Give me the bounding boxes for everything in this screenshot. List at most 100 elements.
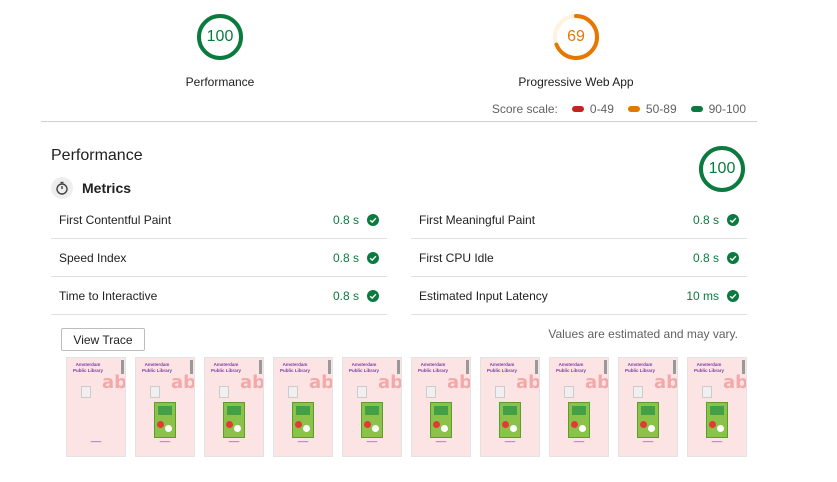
pass-check-icon <box>367 213 379 226</box>
frame-scrollbar <box>673 360 676 374</box>
filmstrip-frame: Amsterdam Public Library ab ━━━━━ <box>480 357 540 457</box>
metrics-title: Metrics <box>82 180 132 196</box>
metric-name: First Contentful Paint <box>59 212 172 227</box>
average-indicator-icon <box>627 106 640 112</box>
metric-value: 0.8 s <box>332 212 359 227</box>
frame-book-image <box>706 402 728 438</box>
metric-row-first-meaningful-paint: First Meaningful Paint 0.8 s <box>411 201 747 239</box>
frame-footer-text: ━━━━━ <box>297 440 309 444</box>
score-range-pass-label: 90-100 <box>708 102 746 116</box>
frame-letters: ab <box>446 372 471 393</box>
frame-library-text: Amsterdam Public Library <box>556 362 587 373</box>
filmstrip-frame: Amsterdam Public Library ab ━━━━━ <box>411 357 471 457</box>
score-scale-label: Score scale: <box>491 102 558 116</box>
score-range-fail-label: 0-49 <box>589 102 614 116</box>
frame-icon <box>564 386 574 398</box>
filmstrip: Amsterdam Public Library ab ━━━━━ Amsterdam… <box>66 357 747 457</box>
filmstrip-frame: Amsterdam Public Library ab ━━━━━ <box>687 357 747 457</box>
frame-letters: ab <box>515 372 540 393</box>
pwa-label: Progressive Web App <box>518 75 634 89</box>
performance-label: Performance <box>185 75 255 89</box>
score-range-fail: 0-49 <box>571 102 614 116</box>
frame-letters: ab <box>101 372 126 393</box>
frame-icon <box>81 386 91 398</box>
metrics-right-column: First Meaningful Paint 0.8 s First CPU I… <box>411 201 747 315</box>
metric-value: 0.8 s <box>692 212 719 227</box>
frame-scrollbar <box>328 360 331 374</box>
metrics-left-column: First Contentful Paint 0.8 s Speed Index… <box>51 201 387 315</box>
metric-value: 0.8 s <box>692 250 719 265</box>
performance-section-score: 100 <box>708 160 736 177</box>
frame-letters: ab <box>584 372 609 393</box>
section-divider <box>41 121 757 122</box>
frame-library-text: Amsterdam Public Library <box>142 362 173 373</box>
frame-footer-text: ━━━━━ <box>642 440 654 444</box>
frame-scrollbar <box>466 360 469 374</box>
pass-check-icon <box>367 289 379 302</box>
frame-scrollbar <box>259 360 262 374</box>
frame-book-image <box>499 402 521 438</box>
score-range-average-label: 50-89 <box>645 102 677 116</box>
frame-letters: ab <box>239 372 264 393</box>
frame-book-image <box>223 402 245 438</box>
pass-check-icon <box>367 251 379 264</box>
pass-indicator-icon <box>690 106 703 112</box>
performance-summary-gauge[interactable]: 100 Performance <box>170 13 270 89</box>
frame-icon <box>702 386 712 398</box>
metric-value: 0.8 s <box>332 250 359 265</box>
pass-check-icon <box>727 213 739 226</box>
frame-footer-text: ━━━━━ <box>504 440 516 444</box>
frame-footer-text: ━━━━━ <box>159 440 171 444</box>
frame-scrollbar <box>397 360 400 374</box>
filmstrip-frame: Amsterdam Public Library ab ━━━━━ <box>66 357 126 457</box>
performance-score: 100 <box>206 28 234 45</box>
pwa-score: 69 <box>567 28 585 45</box>
score-range-average: 50-89 <box>627 102 677 116</box>
filmstrip-frame: Amsterdam Public Library ab ━━━━━ <box>549 357 609 457</box>
frame-book-image <box>430 402 452 438</box>
view-trace-button[interactable]: View Trace <box>61 328 145 351</box>
pwa-summary-gauge[interactable]: 69 Progressive Web App <box>516 13 636 89</box>
score-range-pass: 90-100 <box>690 102 746 116</box>
frame-icon <box>633 386 643 398</box>
frame-scrollbar <box>742 360 745 374</box>
frame-icon <box>495 386 505 398</box>
frame-letters: ab <box>653 372 678 393</box>
performance-section-gauge: 100 <box>698 145 746 193</box>
metric-row-estimated-input-latency: Estimated Input Latency 10 ms <box>411 277 747 315</box>
metric-name: Speed Index <box>59 250 127 265</box>
frame-footer-text: ━━━━━ <box>90 440 102 444</box>
performance-section-title: Performance <box>51 147 143 164</box>
metric-row-first-contentful-paint: First Contentful Paint 0.8 s <box>51 201 387 239</box>
score-scale-legend: Score scale: 0-49 50-89 90-100 <box>492 102 746 116</box>
frame-library-text: Amsterdam Public Library <box>694 362 725 373</box>
frame-book-image <box>154 402 176 438</box>
filmstrip-frame: Amsterdam Public Library ab ━━━━━ <box>273 357 333 457</box>
frame-letters: ab <box>377 372 402 393</box>
fail-indicator-icon <box>571 106 584 112</box>
metric-value: 10 ms <box>686 288 719 303</box>
metric-name: Time to Interactive <box>59 288 158 303</box>
metric-row-first-cpu-idle: First CPU Idle 0.8 s <box>411 239 747 277</box>
frame-scrollbar <box>535 360 538 374</box>
stopwatch-icon <box>51 177 73 199</box>
metric-name: First CPU Idle <box>419 250 494 265</box>
performance-gauge-ring: 100 <box>196 13 244 61</box>
filmstrip-frame: Amsterdam Public Library ab ━━━━━ <box>135 357 195 457</box>
frame-letters: ab <box>170 372 195 393</box>
metrics-header: Metrics <box>51 177 131 199</box>
frame-footer-text: ━━━━━ <box>366 440 378 444</box>
frame-scrollbar <box>604 360 607 374</box>
estimate-note: Values are estimated and may vary. <box>548 327 738 341</box>
filmstrip-frame: Amsterdam Public Library ab ━━━━━ <box>204 357 264 457</box>
filmstrip-frame: Amsterdam Public Library ab ━━━━━ <box>342 357 402 457</box>
pass-check-icon <box>727 251 739 264</box>
frame-book-image <box>361 402 383 438</box>
pass-check-icon <box>727 289 739 302</box>
frame-book-image <box>637 402 659 438</box>
frame-letters: ab <box>308 372 333 393</box>
frame-library-text: Amsterdam Public Library <box>280 362 311 373</box>
frame-icon <box>426 386 436 398</box>
metric-row-speed-index: Speed Index 0.8 s <box>51 239 387 277</box>
pwa-gauge-ring: 69 <box>552 13 600 61</box>
